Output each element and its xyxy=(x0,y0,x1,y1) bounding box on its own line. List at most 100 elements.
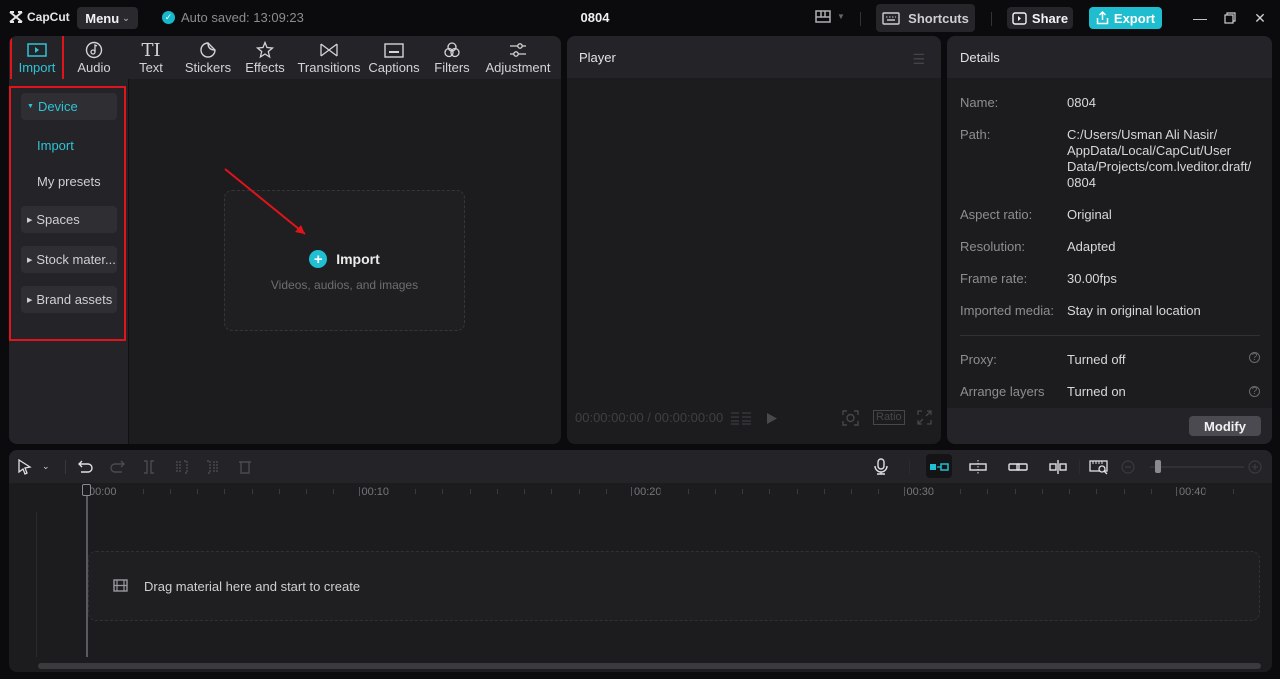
tab-adjustment[interactable]: Adjustment xyxy=(481,36,555,79)
link-icon xyxy=(1008,462,1028,471)
tab-stickers[interactable]: Stickers xyxy=(179,36,237,79)
zoom-to-fit-button[interactable] xyxy=(1089,458,1109,475)
tab-captions[interactable]: Captions xyxy=(365,36,423,79)
caret-right-icon: ▶ xyxy=(27,216,33,224)
tab-audio[interactable]: Audio xyxy=(65,36,123,79)
divider xyxy=(960,335,1260,336)
captions-icon xyxy=(384,42,404,58)
toolbar-tabs: Import Audio TI Text Stickers Effects Tr… xyxy=(9,36,561,79)
minimize-icon: — xyxy=(1193,10,1207,26)
sidebar-item-brand-assets[interactable]: ▶ Brand assets xyxy=(21,286,117,313)
tab-text[interactable]: TI Text xyxy=(123,36,179,79)
zoom-slider-track[interactable] xyxy=(1150,466,1244,468)
split-button[interactable] xyxy=(142,458,156,475)
caret-down-icon: ▼ xyxy=(27,103,34,110)
menu-icon[interactable]: ☰ xyxy=(912,51,925,68)
ruler-tick-label: 00:10 xyxy=(361,486,390,498)
ruler-minor-tick xyxy=(769,489,771,494)
detail-value: Turned on xyxy=(1067,384,1126,399)
detail-value: Turned off xyxy=(1067,352,1126,367)
fullscreen-icon[interactable] xyxy=(917,410,932,425)
tab-import[interactable]: Import xyxy=(9,36,65,79)
tab-label: Adjustment xyxy=(485,60,551,75)
record-audio-button[interactable] xyxy=(874,458,888,475)
ruler-minor-tick xyxy=(714,489,716,494)
ruler-minor-tick xyxy=(1069,489,1070,494)
app-name: CapCut xyxy=(27,10,70,24)
share-icon xyxy=(1012,11,1027,25)
tab-filters[interactable]: Filters xyxy=(423,36,481,79)
stickers-icon xyxy=(200,42,216,58)
playhead-line[interactable] xyxy=(86,485,88,657)
zoom-in-button[interactable] xyxy=(1248,458,1262,475)
sidebar-item-spaces[interactable]: ▶ Spaces xyxy=(21,206,117,233)
help-icon[interactable]: ? xyxy=(1249,352,1260,363)
select-tool-button[interactable] xyxy=(18,458,32,475)
fit-icon[interactable] xyxy=(842,410,859,426)
play-icon[interactable] xyxy=(766,412,778,425)
text-icon: TI xyxy=(141,39,161,61)
tab-label: Effects xyxy=(245,60,285,75)
redo-button[interactable] xyxy=(110,458,125,475)
tab-effects[interactable]: Effects xyxy=(237,36,293,79)
ruler-minor-tick xyxy=(1014,489,1016,494)
close-icon: ✕ xyxy=(1254,9,1266,26)
zoom-in-icon xyxy=(1248,459,1262,474)
sidebar-item-import[interactable]: Import xyxy=(37,138,74,153)
preview-axis-icon xyxy=(1049,459,1067,474)
sidebar-item-device[interactable]: ▼ Device xyxy=(21,93,117,120)
detail-label: Proxy: xyxy=(960,352,997,367)
playhead-handle[interactable] xyxy=(82,484,91,496)
layout-button[interactable]: ▼ xyxy=(815,10,845,23)
detail-label: Imported media: xyxy=(960,303,1054,318)
plus-icon: + xyxy=(309,250,328,268)
import-dropzone[interactable]: + Import Videos, audios, and images xyxy=(224,190,465,331)
sidebar-label: Brand assets xyxy=(36,292,113,307)
details-header: Details xyxy=(947,36,1272,78)
detail-row-path: Path: C:/Users/Usman Ali Nasir/ AppData/… xyxy=(960,127,1260,191)
auto-snap-button[interactable] xyxy=(968,458,988,475)
main-track-magnet-button[interactable] xyxy=(929,458,949,475)
timeline-drop-zone[interactable]: Drag material here and start to create xyxy=(88,551,1260,621)
close-button[interactable]: ✕ xyxy=(1251,9,1269,27)
project-title: 0804 xyxy=(580,10,610,25)
menu-button[interactable]: Menu ⌄ xyxy=(77,7,138,29)
chevron-down-icon[interactable]: ⌄ xyxy=(42,458,50,475)
modify-button[interactable]: Modify xyxy=(1189,416,1261,436)
zoom-out-button[interactable] xyxy=(1121,458,1135,475)
delete-button[interactable] xyxy=(238,458,252,475)
ruler-minor-tick xyxy=(251,489,253,494)
tab-transitions[interactable]: Transitions xyxy=(293,36,365,79)
import-button[interactable]: + Import xyxy=(225,250,464,268)
split-right-button[interactable] xyxy=(205,458,219,475)
tab-label: Audio xyxy=(77,60,111,75)
detail-label: Arrange layers xyxy=(960,384,1045,399)
linkage-button[interactable] xyxy=(1008,458,1028,475)
preview-axis-button[interactable] xyxy=(1048,458,1068,475)
ruler-minor-tick xyxy=(851,489,852,494)
timeline-horizontal-scrollbar[interactable] xyxy=(38,663,1261,669)
detail-row-aspect-ratio: Aspect ratio: Original xyxy=(960,207,1260,223)
sidebar-item-stock-material[interactable]: ▶ Stock mater... xyxy=(21,246,117,273)
share-label: Share xyxy=(1031,10,1069,26)
timeline-ruler[interactable]: 00:00 00:10 00:20 00:30 00:40 xyxy=(9,483,1272,503)
split-left-button[interactable] xyxy=(175,458,189,475)
minimize-button[interactable]: — xyxy=(1191,9,1209,27)
ratio-button[interactable]: Ratio xyxy=(873,410,905,425)
ruler-minor-tick xyxy=(278,489,280,494)
export-button[interactable]: Export xyxy=(1089,7,1162,29)
maximize-button[interactable] xyxy=(1221,9,1239,27)
zoom-slider-handle[interactable] xyxy=(1154,460,1161,473)
title-bar: CapCut Menu ⌄ ✓ Auto saved: 13:09:23 080… xyxy=(0,0,1280,36)
share-button[interactable]: Share xyxy=(1007,7,1073,29)
sidebar-item-my-presets[interactable]: My presets xyxy=(37,174,101,189)
detail-label: Name: xyxy=(960,95,999,110)
timecode: 00:00:00:00 / 00:00:00:00 xyxy=(575,410,724,425)
shortcuts-button[interactable]: Shortcuts xyxy=(876,4,975,32)
ruler-minor-tick xyxy=(496,489,498,494)
help-icon[interactable]: ? xyxy=(1249,386,1260,397)
undo-button[interactable] xyxy=(78,458,93,475)
media-panel: Import Audio TI Text Stickers Effects Tr… xyxy=(9,36,561,444)
import-label: Import xyxy=(336,251,380,267)
ruler-minor-tick xyxy=(306,489,307,494)
